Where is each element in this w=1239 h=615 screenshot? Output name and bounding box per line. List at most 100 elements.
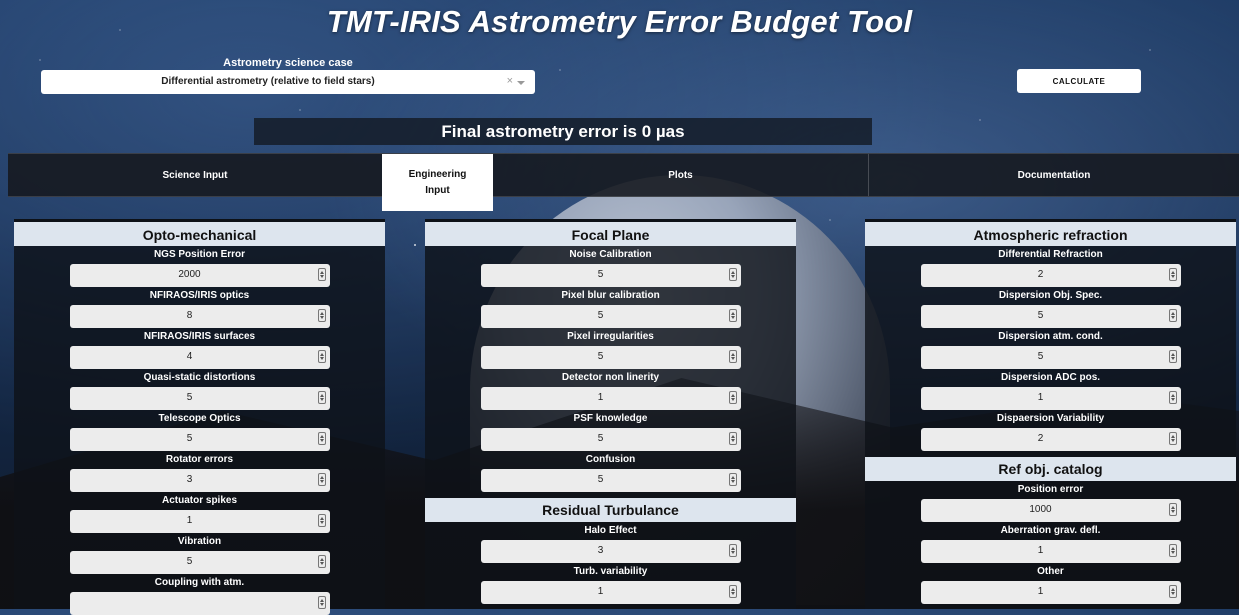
field-label: Pixel irregularities <box>567 331 654 342</box>
spinner-arrows-icon[interactable] <box>1168 268 1177 281</box>
tab-science-input[interactable]: Science Input <box>8 154 382 196</box>
spinner-arrows-icon[interactable] <box>728 585 737 598</box>
spinner-arrows-icon[interactable] <box>728 473 737 486</box>
vibration-input[interactable]: 5 <box>69 551 330 574</box>
field-label: Dispersion ADC pos. <box>1000 372 1101 383</box>
science-case-label: Astrometry science case <box>223 57 353 69</box>
field-value: 1000 <box>1029 504 1052 515</box>
field-value: 1 <box>597 586 604 597</box>
field-value: 3 <box>597 545 604 556</box>
spinner-arrows-icon[interactable] <box>317 391 326 404</box>
spinner-arrows-icon[interactable] <box>1168 544 1177 557</box>
field-value: 5 <box>186 433 193 444</box>
spinner-arrows-icon[interactable] <box>317 473 326 486</box>
nfiraos-iris-optics-input[interactable]: 8 <box>69 305 330 328</box>
field-label: NGS Position Error <box>153 249 246 260</box>
nfiraos-iris-surfaces-input[interactable]: 4 <box>69 346 330 369</box>
field-label: Rotator errors <box>165 454 234 465</box>
tab-plots[interactable]: Plots <box>493 154 868 196</box>
pixel-blur-calibration-input[interactable]: 5 <box>480 305 741 328</box>
position-error-input[interactable]: 1000 <box>920 499 1181 522</box>
field-value: 1 <box>1037 586 1044 597</box>
spinner-arrows-icon[interactable] <box>1168 585 1177 598</box>
other-input[interactable]: 1 <box>920 581 1181 604</box>
page-title: TMT-IRIS Astrometry Error Budget Tool <box>326 4 913 39</box>
residual-turbulence-heading: Residual Turbulance <box>425 498 796 522</box>
spinner-arrows-icon[interactable] <box>1168 503 1177 516</box>
field-label: Quasi-static distortions <box>143 372 256 383</box>
dispersion-variability-input[interactable]: 2 <box>920 428 1181 451</box>
field-label: Differential Refraction <box>998 249 1103 260</box>
spinner-arrows-icon[interactable] <box>317 596 326 609</box>
tab-engineering-input[interactable]: Engineering Input <box>382 154 493 211</box>
spinner-arrows-icon[interactable] <box>728 350 737 363</box>
differential-refraction-input[interactable]: 2 <box>920 264 1181 287</box>
tab-bar: Science Input Engineering Input Plots Do… <box>8 153 1239 211</box>
rotator-errors-input[interactable]: 3 <box>69 469 330 492</box>
spinner-arrows-icon[interactable] <box>317 555 326 568</box>
field-label: Noise Calibration <box>569 249 652 260</box>
clear-icon[interactable]: × <box>507 75 513 87</box>
field-label: Aberration grav. defl. <box>1000 525 1101 536</box>
actuator-spikes-input[interactable]: 1 <box>69 510 330 533</box>
spinner-arrows-icon[interactable] <box>1168 391 1177 404</box>
dispersion-adc-pos-input[interactable]: 1 <box>920 387 1181 410</box>
turb-variability-input[interactable]: 1 <box>480 581 741 604</box>
spinner-arrows-icon[interactable] <box>1168 350 1177 363</box>
chevron-down-icon[interactable] <box>517 81 525 85</box>
field-label: PSF knowledge <box>573 413 648 424</box>
spinner-arrows-icon[interactable] <box>317 432 326 445</box>
atmospheric-refraction-heading: Atmospheric refraction <box>865 219 1236 246</box>
noise-calibration-input[interactable]: 5 <box>480 264 741 287</box>
ngs-position-error-input[interactable]: 2000 <box>69 264 330 287</box>
spinner-arrows-icon[interactable] <box>1168 432 1177 445</box>
field-value: 5 <box>186 392 193 403</box>
field-label: Dispaersion Variability <box>996 413 1105 424</box>
atmospheric-refraction-panel: Atmospheric refraction Differential Refr… <box>865 219 1236 609</box>
psf-knowledge-input[interactable]: 5 <box>480 428 741 451</box>
science-case-value: Differential astrometry (relative to fie… <box>161 76 375 87</box>
field-label: Vibration <box>177 536 222 547</box>
spinner-arrows-icon[interactable] <box>317 350 326 363</box>
field-value: 5 <box>1037 351 1044 362</box>
spinner-arrows-icon[interactable] <box>317 514 326 527</box>
field-label: NFIRAOS/IRIS surfaces <box>143 331 256 342</box>
opto-mechanical-panel: Opto-mechanical NGS Position Error 2000 … <box>14 219 385 615</box>
field-label: Halo Effect <box>584 525 637 536</box>
dispersion-obj-spec-input[interactable]: 5 <box>920 305 1181 328</box>
quasi-static-distortions-input[interactable]: 5 <box>69 387 330 410</box>
field-value: 2 <box>1037 433 1044 444</box>
field-value: 5 <box>1037 310 1044 321</box>
tab-documentation[interactable]: Documentation <box>868 154 1239 196</box>
spinner-arrows-icon[interactable] <box>1168 309 1177 322</box>
spinner-arrows-icon[interactable] <box>728 268 737 281</box>
telescope-optics-input[interactable]: 5 <box>69 428 330 451</box>
field-label: Telescope Optics <box>158 413 241 424</box>
field-value: 3 <box>186 474 193 485</box>
spinner-arrows-icon[interactable] <box>728 544 737 557</box>
focal-plane-panel: Focal Plane Noise Calibration 5 Pixel bl… <box>425 219 796 609</box>
calculate-button[interactable]: CALCULATE <box>1017 69 1141 93</box>
field-value: 1 <box>186 515 193 526</box>
halo-effect-input[interactable]: 3 <box>480 540 741 563</box>
spinner-arrows-icon[interactable] <box>728 391 737 404</box>
field-value: 1 <box>597 392 604 403</box>
spinner-arrows-icon[interactable] <box>728 309 737 322</box>
dispersion-atm-cond-input[interactable]: 5 <box>920 346 1181 369</box>
field-value: 8 <box>186 310 193 321</box>
detector-non-linearity-input[interactable]: 1 <box>480 387 741 410</box>
field-label: Dispersion Obj. Spec. <box>998 290 1103 301</box>
field-label: Dispersion atm. cond. <box>998 331 1103 342</box>
coupling-with-atm-input[interactable] <box>69 592 330 615</box>
confusion-input[interactable]: 5 <box>480 469 741 492</box>
spinner-arrows-icon[interactable] <box>317 309 326 322</box>
field-value: 1 <box>1037 545 1044 556</box>
aberration-grav-defl-input[interactable]: 1 <box>920 540 1181 563</box>
spinner-arrows-icon[interactable] <box>317 268 326 281</box>
science-case-select[interactable]: Differential astrometry (relative to fie… <box>41 70 535 94</box>
spinner-arrows-icon[interactable] <box>728 432 737 445</box>
field-value: 5 <box>597 351 604 362</box>
field-value: 2 <box>1037 269 1044 280</box>
field-value: 5 <box>597 474 604 485</box>
pixel-irregularities-input[interactable]: 5 <box>480 346 741 369</box>
